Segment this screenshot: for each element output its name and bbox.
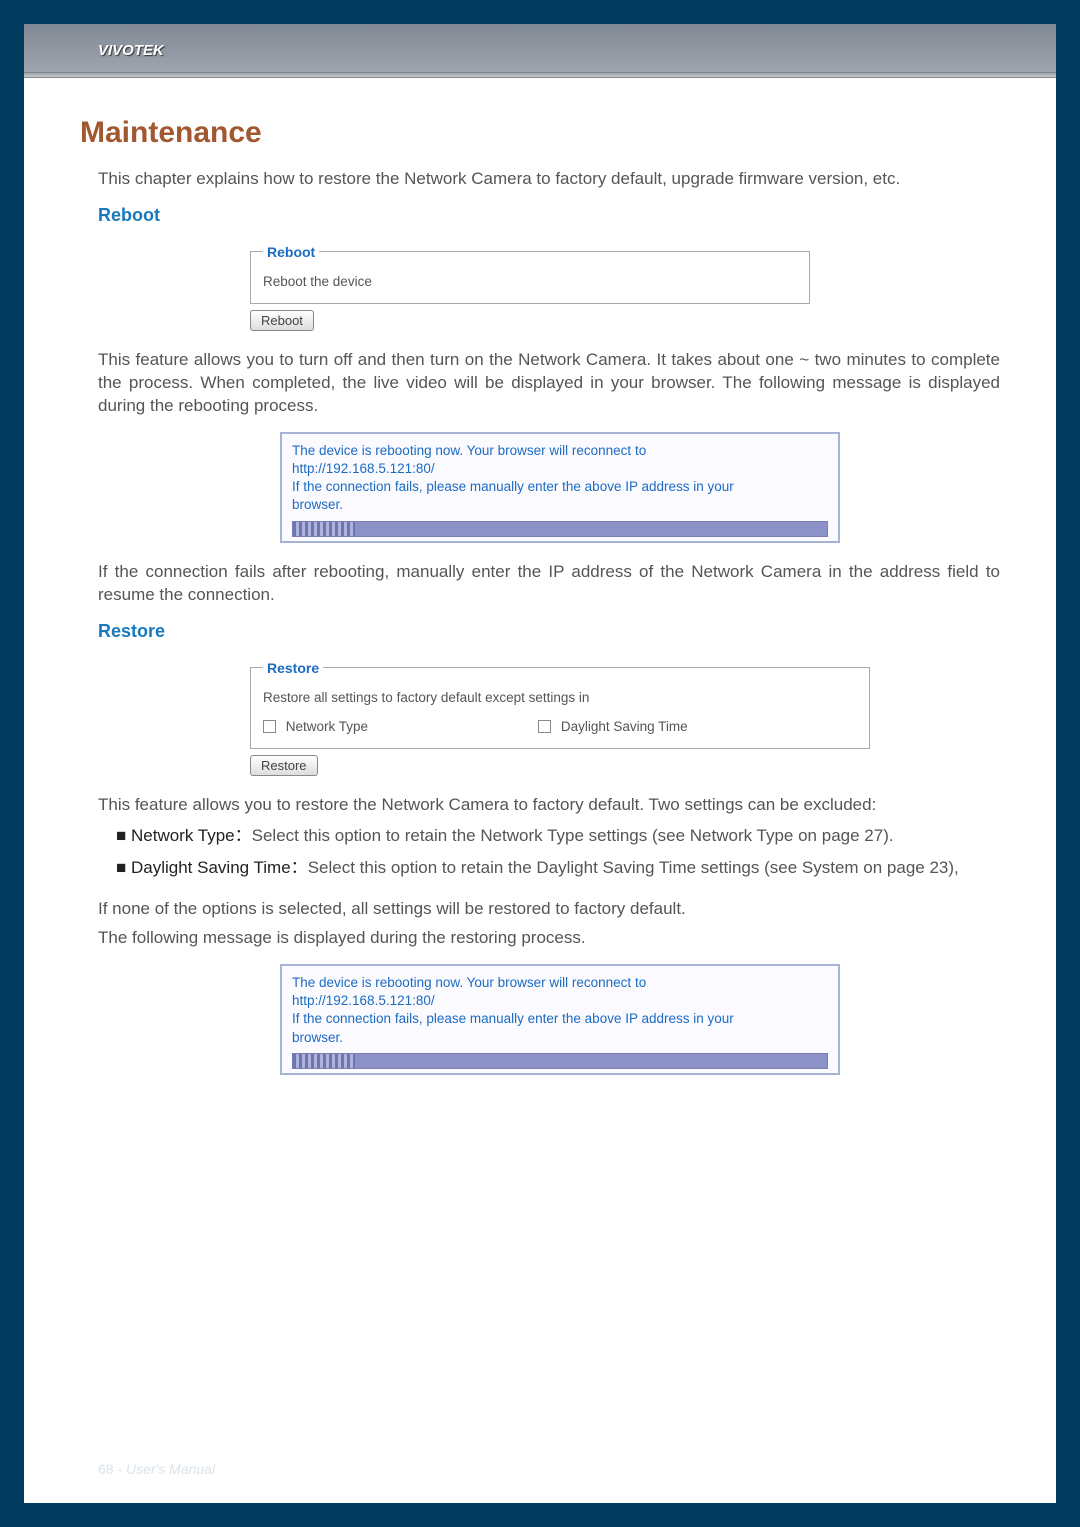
msg-line: http://192.168.5.121:80/ <box>292 992 828 1010</box>
progress-fill <box>293 522 355 536</box>
progress-bar <box>292 1053 828 1069</box>
bullet-text: Select this option to retain the Dayligh… <box>308 858 959 877</box>
reboot-button[interactable]: Reboot <box>250 310 314 331</box>
restore-para-3: The following message is displayed durin… <box>80 927 1000 950</box>
reboot-fieldset: Reboot Reboot the device <box>250 244 810 304</box>
network-type-option[interactable]: Network Type <box>263 719 368 734</box>
msg-line: browser. <box>292 1029 828 1047</box>
bullet-daylight-saving: ■ Daylight Saving Time：Select this optio… <box>80 856 1000 880</box>
footer-label: User's Manual <box>126 1461 215 1477</box>
page-title: Maintenance <box>80 116 1000 150</box>
restore-legend: Restore <box>263 660 323 676</box>
msg-line: The device is rebooting now. Your browse… <box>292 442 828 460</box>
brand-header: VIVOTEK <box>24 24 1056 72</box>
bullet-lead: ■ Daylight Saving Time： <box>116 858 308 877</box>
footer-sep: - <box>114 1461 126 1477</box>
restore-message-box: The device is rebooting now. Your browse… <box>280 964 840 1075</box>
document-page: VIVOTEK Maintenance This chapter explain… <box>24 24 1056 1503</box>
option-label: Network Type <box>286 719 368 734</box>
reboot-legend: Reboot <box>263 244 319 260</box>
msg-line: If the connection fails, please manually… <box>292 478 828 496</box>
option-label: Daylight Saving Time <box>561 719 688 734</box>
reboot-fieldset-text: Reboot the device <box>263 274 797 289</box>
reboot-message-box: The device is rebooting now. Your browse… <box>280 432 840 543</box>
daylight-saving-option[interactable]: Daylight Saving Time <box>538 719 688 734</box>
restore-para-2: If none of the options is selected, all … <box>80 898 1000 921</box>
msg-line: The device is rebooting now. Your browse… <box>292 974 828 992</box>
restore-heading: Restore <box>80 621 1000 642</box>
checkbox-icon[interactable] <box>263 720 276 733</box>
bullet-lead: ■ Network Type： <box>116 826 252 845</box>
bullet-network-type: ■ Network Type：Select this option to ret… <box>80 824 1000 848</box>
reboot-heading: Reboot <box>80 205 1000 226</box>
progress-bar <box>292 521 828 537</box>
restore-fieldset-text: Restore all settings to factory default … <box>263 690 857 705</box>
progress-fill <box>293 1054 355 1068</box>
restore-button[interactable]: Restore <box>250 755 318 776</box>
reboot-para-1: This feature allows you to turn off and … <box>80 349 1000 418</box>
bullet-text: Select this option to retain the Network… <box>252 826 894 845</box>
reboot-para-2: If the connection fails after rebooting,… <box>80 561 1000 607</box>
page-footer: 68 - User's Manual <box>98 1461 215 1477</box>
restore-para-1: This feature allows you to restore the N… <box>80 794 1000 817</box>
intro-paragraph: This chapter explains how to restore the… <box>80 168 1000 191</box>
content-area: Maintenance This chapter explains how to… <box>24 78 1056 1075</box>
msg-line: If the connection fails, please manually… <box>292 1010 828 1028</box>
checkbox-icon[interactable] <box>538 720 551 733</box>
restore-fieldset: Restore Restore all settings to factory … <box>250 660 870 749</box>
msg-line: browser. <box>292 496 828 514</box>
msg-line: http://192.168.5.121:80/ <box>292 460 828 478</box>
page-number: 68 <box>98 1461 114 1477</box>
